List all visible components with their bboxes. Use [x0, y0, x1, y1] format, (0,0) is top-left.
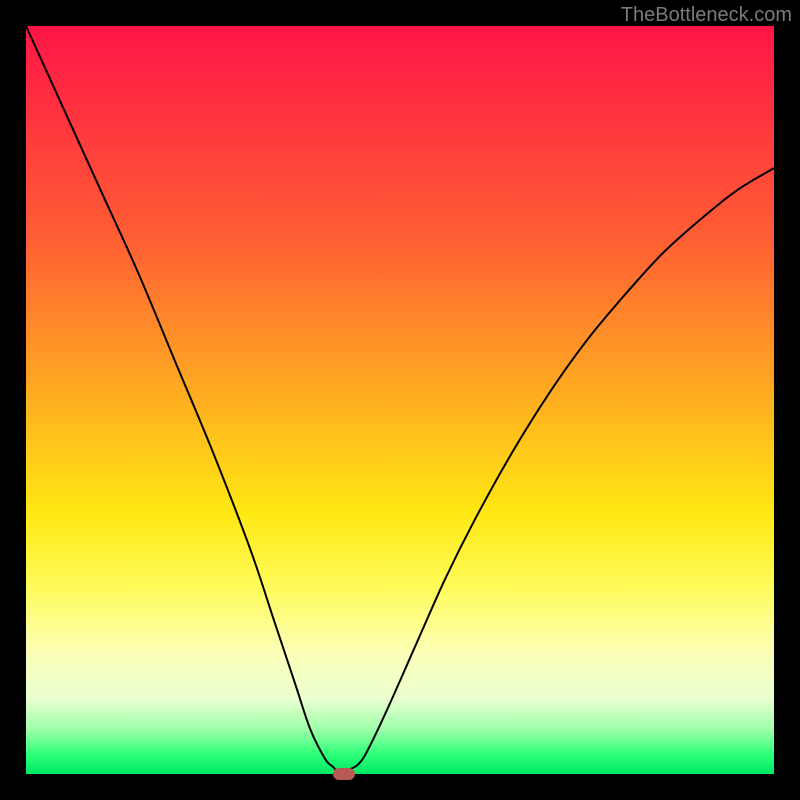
minimum-marker — [333, 768, 355, 780]
bottleneck-curve-path — [26, 26, 774, 774]
curve-svg — [26, 26, 774, 774]
watermark-text: TheBottleneck.com — [621, 4, 792, 27]
chart-frame: TheBottleneck.com — [0, 0, 800, 800]
plot-area — [26, 26, 774, 774]
